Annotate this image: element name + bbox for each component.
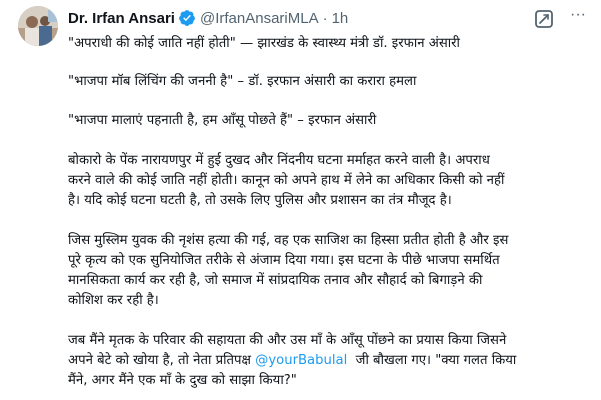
mention-link[interactable]: @yourBabulal [255, 353, 347, 368]
tweet-paragraph-5: जिस मुस्लिम युवक की नृशंस हत्या की गई, व… [68, 231, 588, 311]
paragraph-line: है। यदि कोई घटना घटती है, तो उसके लिए पु… [68, 193, 452, 208]
paragraph-line: मैंने, अगर मैंने एक माँ के दुख को साझा क… [68, 373, 297, 388]
avatar-photo [18, 6, 58, 46]
more-options-icon[interactable]: ··· [567, 6, 589, 28]
paragraph-text: अपने बेटे को खोया है, तो नेता प्रतिपक्ष [68, 353, 256, 368]
tweet-line: "भाजपा मॉब लिंचिंग की जननी है" – डॉ. इरफ… [68, 72, 588, 92]
paragraph-line: अपने बेटे को खोया है, तो नेता प्रतिपक्ष … [68, 351, 588, 371]
paragraph-line: करने वाले की कोई जाति नहीं होती। कानून क… [68, 173, 505, 188]
paragraph-line: बोकारो के पेंक नारायणपुर में हुई दुखद और… [68, 153, 490, 168]
author-display-name[interactable]: Dr. Irfan Ansari [68, 10, 175, 27]
tweet-line: "अपराधी की कोई जाति नहीं होती" — झारखंड … [68, 34, 588, 54]
tweet-line: "भाजपा मालाएं पहनाती है, हम आँसू पोछते ह… [68, 111, 588, 131]
separator-dot: · [322, 9, 328, 27]
paragraph-line: जिस मुस्लिम युवक की नृशंस हत्या की गई, व… [68, 233, 509, 248]
paragraph-line: कोशिश कर रही है। [68, 293, 159, 308]
grok-icon[interactable] [533, 8, 555, 30]
tweet-line-1: "अपराधी की कोई जाति नहीं होती" — झारखंड … [68, 36, 460, 51]
tweet-header: Dr. Irfan Ansari @IrfanAnsariMLA · 1h [68, 7, 348, 29]
paragraph-text: जी बौखला गए। "क्या गलत किया [347, 353, 517, 368]
tweet-paragraph-6: जब मैंने मृतक के परिवार की सहायता की और … [68, 331, 588, 391]
paragraph-line: जब मैंने मृतक के परिवार की सहायता की और … [68, 333, 507, 348]
author-handle[interactable]: @IrfanAnsariMLA [200, 10, 319, 27]
verified-badge-icon [178, 9, 196, 27]
tweet-line-2: "भाजपा मॉब लिंचिंग की जननी है" – डॉ. इरफ… [68, 74, 417, 89]
paragraph-line: पूरे कृत्य को एक सुनियोजित तरीके से अंजा… [68, 253, 500, 268]
avatar[interactable] [18, 6, 58, 46]
paragraph-line: मानसिकता कार्य कर रही है, जो समाज में सा… [68, 273, 483, 288]
tweet-timestamp[interactable]: 1h [332, 10, 349, 27]
tweet-paragraph-4: बोकारो के पेंक नारायणपुर में हुई दुखद और… [68, 151, 588, 211]
tweet-line-3: "भाजपा मालाएं पहनाती है, हम आँसू पोछते ह… [68, 113, 377, 128]
tweet: Dr. Irfan Ansari @IrfanAnsariMLA · 1h ··… [0, 0, 601, 400]
tweet-text: "अपराधी की कोई जाति नहीं होती" — झारखंड … [68, 34, 588, 391]
